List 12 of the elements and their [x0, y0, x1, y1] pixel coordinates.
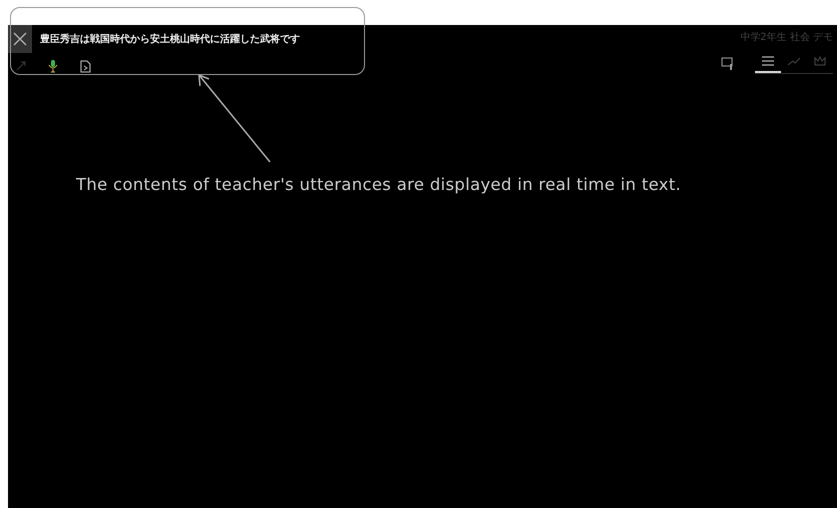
lesson-title: 中学2年生 社会 デモ	[740, 30, 833, 44]
close-icon	[13, 32, 27, 46]
crown-icon	[814, 56, 826, 66]
list-icon	[762, 56, 774, 66]
list-tab[interactable]	[755, 54, 781, 73]
document-icon[interactable]	[80, 60, 91, 72]
line-chart-icon	[788, 56, 800, 66]
annotation-text: The contents of teacher's utterances are displayed in real time in text.	[76, 175, 682, 194]
caption-text: 豊臣秀吉は戦国時代から安土桃山時代に活躍した武将です	[40, 32, 300, 46]
screen-pen-icon[interactable]	[721, 57, 735, 71]
microphone-icon[interactable]	[48, 59, 58, 73]
close-button[interactable]	[8, 25, 32, 53]
